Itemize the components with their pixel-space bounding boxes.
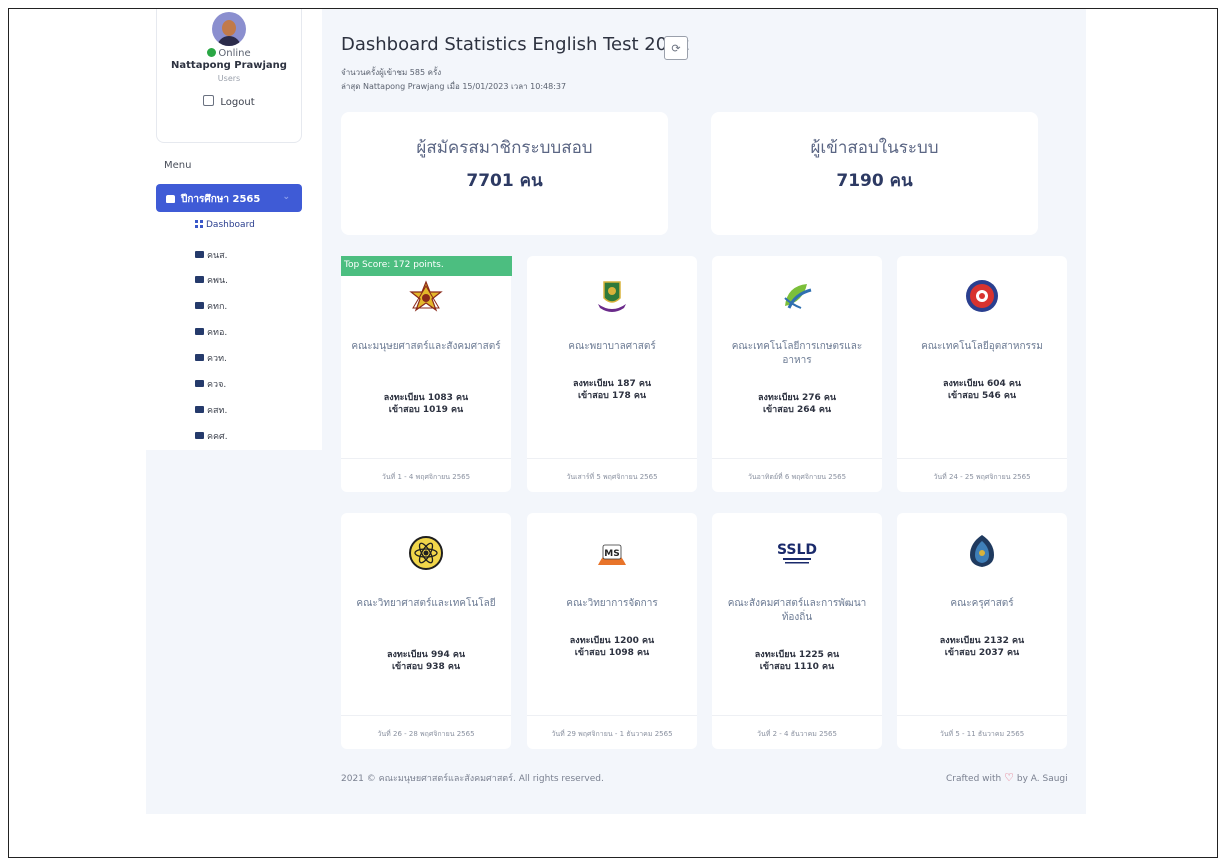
refresh-button[interactable]: ⟳ bbox=[664, 36, 688, 60]
menu-title: Menu bbox=[164, 160, 192, 171]
folder-icon bbox=[195, 432, 204, 439]
heart-icon: ♡ bbox=[1004, 771, 1014, 784]
folder-icon bbox=[195, 354, 204, 361]
visit-count: จำนวนครั้งผู้เข้าชม 585 ครั้ง bbox=[341, 68, 442, 77]
chevron-down-icon: ⌄ bbox=[282, 192, 290, 202]
ssld-logo-icon: SSLD bbox=[777, 542, 817, 564]
logout-icon bbox=[203, 95, 215, 106]
education-emblem-icon bbox=[970, 535, 994, 567]
sidebar-item-faculty[interactable]: ควท. bbox=[195, 351, 227, 365]
footer-credit: Crafted with ♡ by A. Saugi bbox=[946, 771, 1068, 784]
sidebar-item-dashboard[interactable]: Dashboard bbox=[195, 220, 255, 230]
profile-role: Users bbox=[217, 74, 241, 83]
logout-button[interactable]: Logout bbox=[157, 95, 301, 108]
summary-card-tested: ผู้เข้าสอบในระบบ 7190 คน bbox=[711, 112, 1038, 235]
leaf-emblem-icon bbox=[784, 284, 812, 309]
faculty-card[interactable]: SSLD คณะสังคมศาสตร์และการพัฒนาท้องถิ่น ล… bbox=[712, 513, 882, 749]
briefcase-icon bbox=[166, 195, 175, 203]
ms-emblem-icon: MS bbox=[598, 544, 626, 565]
nursing-emblem-icon bbox=[598, 281, 626, 312]
sidebar-item-faculty[interactable]: คทอ. bbox=[195, 325, 227, 339]
star-emblem-icon bbox=[409, 280, 443, 312]
faculty-card[interactable]: คณะมนุษยศาสตร์และสังคมศาสตร์ ลงทะเบียน 1… bbox=[341, 256, 511, 492]
sidebar-item-faculty[interactable]: คนส. bbox=[195, 248, 228, 262]
faculty-card[interactable]: คณะวิทยาศาสตร์และเทคโนโลยี ลงทะเบียน 994… bbox=[341, 513, 511, 749]
faculty-card[interactable]: MS คณะวิทยาการจัดการ ลงทะเบียน 1200 คน เ… bbox=[527, 513, 697, 749]
folder-icon bbox=[195, 380, 204, 387]
svg-text:SSLD: SSLD bbox=[777, 542, 817, 558]
online-dot-icon bbox=[207, 48, 217, 57]
faculty-card[interactable]: คณะพยาบาลศาสตร์ ลงทะเบียน 187 คน เข้าสอบ… bbox=[527, 256, 697, 492]
summary-card-registered: ผู้สมัครสมาชิกระบบสอบ 7701 คน bbox=[341, 112, 668, 235]
folder-icon bbox=[195, 251, 204, 258]
page-title: Dashboard Statistics English Test 2022 bbox=[341, 34, 691, 55]
atom-emblem-icon bbox=[409, 536, 443, 570]
sidebar-item-faculty[interactable]: คสท. bbox=[195, 403, 227, 417]
sidebar-item-faculty[interactable]: ควจ. bbox=[195, 377, 226, 391]
footer-copyright: 2021 © คณะมนุษยศาสตร์และสังคมศาสตร์. All… bbox=[341, 774, 604, 784]
sidebar-item-faculty[interactable]: คพน. bbox=[195, 273, 228, 287]
faculty-card[interactable]: คณะครุศาสตร์ ลงทะเบียน 2132 คน เข้าสอบ 2… bbox=[897, 513, 1067, 749]
svg-text:MS: MS bbox=[604, 549, 619, 559]
faculty-card[interactable]: คณะเทคโนโลยีการเกษตรและอาหาร ลงทะเบียน 2… bbox=[712, 256, 882, 492]
profile-card: Online Nattapong Prawjang Users Logout bbox=[156, 9, 302, 143]
profile-name: Nattapong Prawjang bbox=[171, 60, 287, 71]
folder-icon bbox=[195, 328, 204, 335]
folder-icon bbox=[195, 302, 204, 309]
sidebar-item-faculty[interactable]: คคศ. bbox=[195, 429, 228, 443]
folder-icon bbox=[195, 276, 204, 283]
sidebar-item-faculty[interactable]: คทก. bbox=[195, 299, 227, 313]
online-status: Online bbox=[157, 48, 301, 59]
grid-icon bbox=[195, 220, 203, 228]
sidebar-item-academic-year[interactable]: ปีการศึกษา 2565 ⌄ bbox=[156, 184, 302, 212]
gear-emblem-icon bbox=[966, 280, 998, 312]
refresh-icon: ⟳ bbox=[671, 42, 681, 55]
avatar[interactable] bbox=[212, 12, 246, 46]
top-score-ribbon: Top Score: 172 points. bbox=[341, 256, 512, 276]
folder-icon bbox=[195, 406, 204, 413]
faculty-card[interactable]: คณะเทคโนโลยีอุตสาหกรรม ลงทะเบียน 604 คน … bbox=[897, 256, 1067, 492]
last-update: ล่าสุด Nattapong Prawjang เมื่อ 15/01/20… bbox=[341, 82, 567, 91]
